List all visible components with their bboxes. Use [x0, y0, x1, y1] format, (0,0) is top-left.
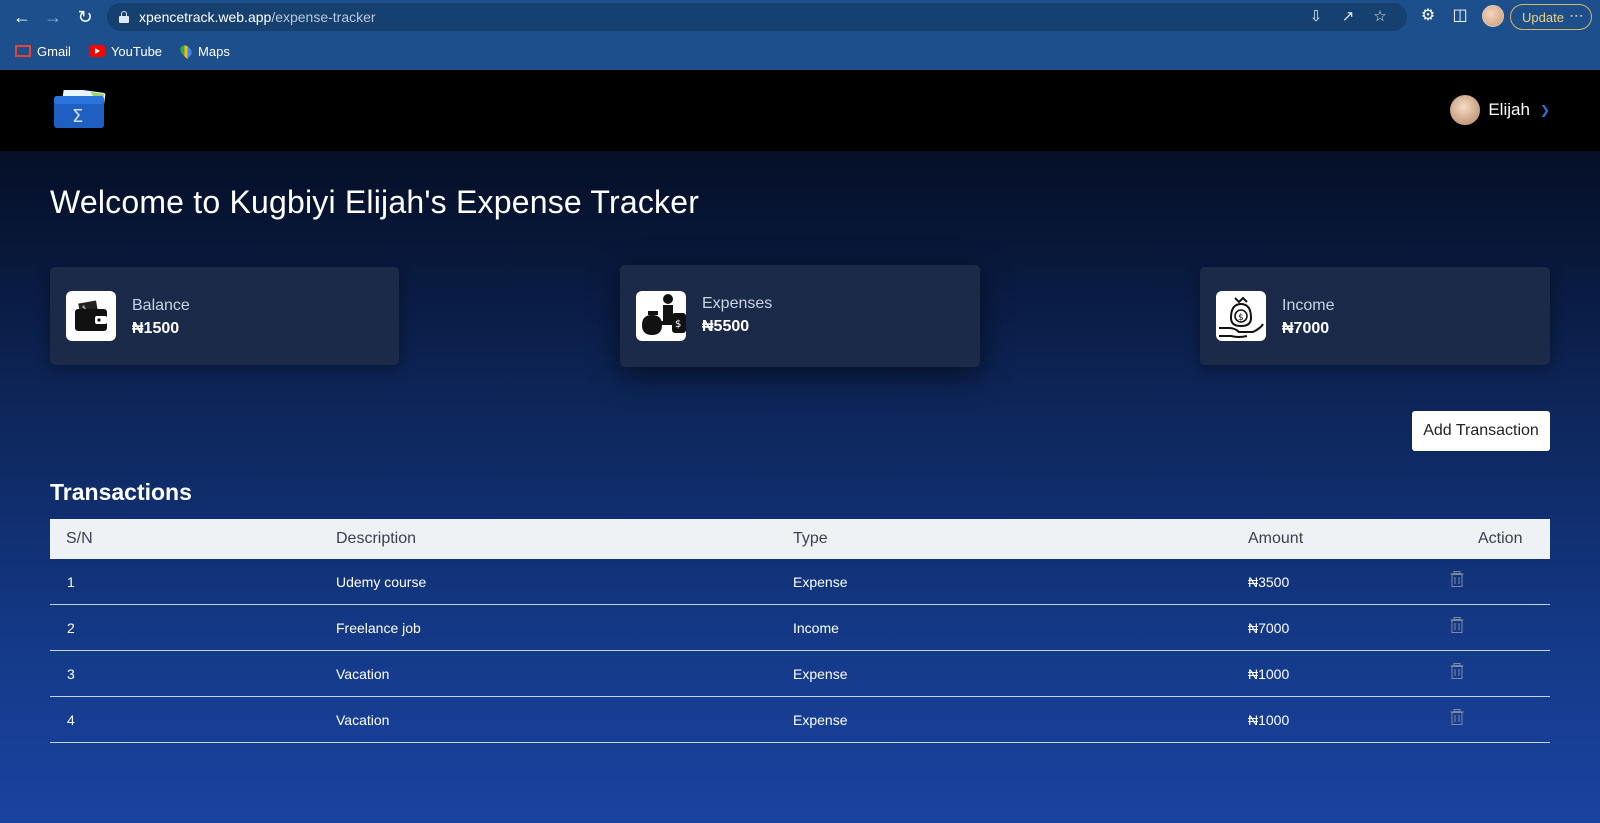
bookmark-star-icon[interactable]: ☆: [1371, 8, 1389, 26]
row-type: Expense: [793, 573, 848, 590]
user-menu[interactable]: Elijah ❯: [1450, 95, 1550, 125]
hand-money-bag-icon: $: [1216, 291, 1266, 341]
main-content: Welcome to Kugbiyi Elijah's Expense Trac…: [0, 151, 1600, 823]
wallet-icon: $: [66, 291, 116, 341]
table-row: 4 Vacation Expense ₦1000: [50, 697, 1550, 743]
browser-profile-avatar[interactable]: [1482, 5, 1504, 27]
svg-text:$: $: [1238, 313, 1244, 323]
row-sn: 1: [67, 573, 75, 590]
balance-value: ₦1500: [132, 320, 180, 337]
row-description: Udemy course: [336, 573, 427, 590]
url-host: xpencetrack.web.app: [139, 9, 272, 25]
chevron-down-icon[interactable]: ❯: [1540, 103, 1550, 117]
browser-toolbar: ← → ↻ xpencetrack.web.app/expense-tracke…: [0, 0, 1600, 34]
column-header-amount: Amount: [1248, 530, 1304, 547]
maps-icon: [178, 43, 194, 59]
row-amount: ₦3500: [1248, 573, 1290, 590]
share-icon[interactable]: ↗: [1339, 8, 1357, 26]
address-bar[interactable]: xpencetrack.web.app/expense-tracker ⇩ ↗ …: [107, 3, 1407, 31]
bookmark-gmail[interactable]: Gmail: [15, 44, 71, 59]
income-card: $ Income ₦7000: [1200, 267, 1550, 365]
table-row: 3 Vacation Expense ₦1000: [50, 651, 1550, 697]
bookmark-label: Maps: [198, 43, 230, 59]
side-panel-icon[interactable]: ◫: [1450, 6, 1470, 26]
svg-text:$: $: [675, 319, 681, 330]
app-header: Σ Elijah ❯: [0, 70, 1600, 151]
transactions-table: S/N Description Type Amount Action 1 Ude…: [50, 519, 1550, 743]
bookmark-youtube[interactable]: YouTube: [88, 43, 163, 59]
bookmark-label: Gmail: [37, 43, 71, 59]
add-transaction-button[interactable]: Add Transaction: [1412, 411, 1550, 451]
gmail-icon: [15, 45, 31, 57]
row-type: Income: [793, 619, 839, 636]
browser-chrome: ← → ↻ xpencetrack.web.app/expense-tracke…: [0, 0, 1600, 70]
user-name[interactable]: Elijah: [1488, 100, 1530, 120]
column-header-description: Description: [336, 530, 417, 547]
trash-icon[interactable]: [1450, 617, 1464, 633]
bookmark-maps[interactable]: Maps: [178, 43, 230, 59]
url-path: /expense-tracker: [271, 9, 376, 25]
avatar[interactable]: [1450, 95, 1481, 125]
row-description: Freelance job: [336, 619, 421, 636]
table-header: S/N Description Type Amount Action: [50, 519, 1550, 559]
row-type: Expense: [793, 711, 848, 728]
table-row: 2 Freelance job Income ₦7000: [50, 605, 1550, 651]
forward-icon[interactable]: →: [43, 7, 63, 27]
trash-icon[interactable]: [1450, 663, 1464, 679]
youtube-icon: [88, 45, 105, 57]
money-bag-scale-icon: $: [636, 291, 686, 341]
trash-icon[interactable]: [1450, 571, 1464, 587]
row-description: Vacation: [336, 665, 390, 682]
page-title: Welcome to Kugbiyi Elijah's Expense Trac…: [50, 184, 700, 220]
row-sn: 3: [67, 665, 75, 682]
bookmarks-bar: Gmail YouTube Maps: [0, 40, 230, 62]
table-row: 1 Udemy course Expense ₦3500: [50, 559, 1550, 605]
expenses-label: Expenses: [702, 295, 773, 312]
reload-icon[interactable]: ↻: [75, 7, 95, 27]
income-value: ₦7000: [1282, 320, 1330, 337]
lock-icon: [119, 11, 129, 23]
balance-card: $ Balance ₦1500: [50, 267, 399, 365]
wallet-sigma-logo-icon[interactable]: Σ: [52, 90, 108, 130]
income-label: Income: [1282, 297, 1335, 314]
menu-dots-icon[interactable]: ⋮: [1569, 9, 1585, 20]
svg-text:Σ: Σ: [72, 106, 83, 127]
transactions-title: Transactions: [50, 479, 192, 505]
column-header-type: Type: [793, 530, 828, 547]
row-amount: ₦7000: [1248, 619, 1290, 636]
trash-icon[interactable]: [1450, 709, 1464, 725]
column-header-sn: S/N: [66, 530, 93, 547]
row-description: Vacation: [336, 711, 390, 728]
update-label: Update: [1522, 9, 1564, 25]
row-amount: ₦1000: [1248, 711, 1290, 728]
expenses-card: $ Expenses ₦5500: [620, 265, 980, 367]
url-text[interactable]: xpencetrack.web.app/expense-tracker: [139, 9, 376, 25]
install-icon[interactable]: ⇩: [1307, 8, 1325, 26]
row-sn: 4: [67, 711, 75, 728]
balance-label: Balance: [132, 297, 190, 314]
extensions-icon[interactable]: ⚙: [1418, 6, 1438, 26]
row-amount: ₦1000: [1248, 665, 1290, 682]
row-type: Expense: [793, 665, 848, 682]
expenses-value: ₦5500: [702, 318, 750, 335]
row-sn: 2: [67, 619, 75, 636]
back-icon[interactable]: ←: [12, 7, 32, 27]
bookmark-label: YouTube: [110, 43, 163, 59]
update-button[interactable]: Update ⋮: [1510, 4, 1592, 30]
column-header-action: Action: [1478, 530, 1523, 547]
